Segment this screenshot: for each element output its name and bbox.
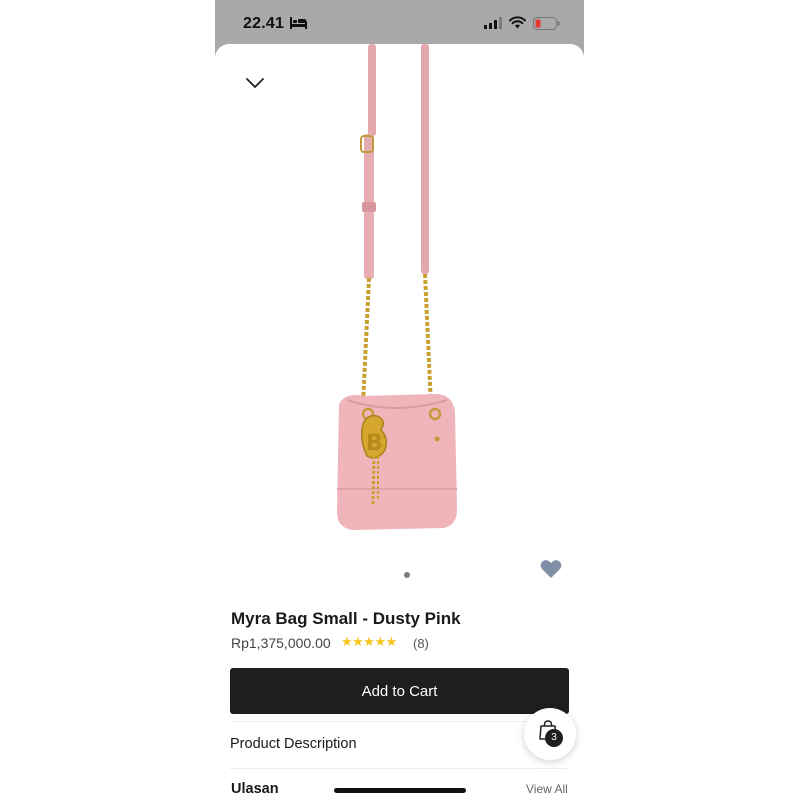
battery-low-icon xyxy=(533,17,560,30)
view-all-reviews-link[interactable]: View All xyxy=(526,782,568,796)
home-indicator[interactable] xyxy=(334,788,466,793)
divider xyxy=(230,768,569,769)
svg-text:B: B xyxy=(366,431,383,456)
product-title: Myra Bag Small - Dusty Pink xyxy=(231,609,461,628)
status-bar: 22.41 xyxy=(215,0,584,46)
wifi-icon xyxy=(509,16,526,29)
status-time: 22.41 xyxy=(243,15,285,32)
product-sheet: B Myra Bag Small - Dusty Pink Rp1,375,00… xyxy=(215,44,584,800)
product-image[interactable]: B xyxy=(325,44,475,539)
rating-count[interactable]: (8) xyxy=(413,636,429,651)
phone-screen: 22.41 B Myra Bag Small - Dusty Pink Rp1,… xyxy=(215,0,584,800)
product-description-row[interactable]: Product Description xyxy=(230,736,357,752)
bed-icon xyxy=(290,17,307,29)
chevron-down-icon[interactable] xyxy=(244,75,266,91)
cellular-signal-icon xyxy=(484,17,502,29)
product-price: Rp1,375,000.00 xyxy=(231,635,331,651)
carousel-dot[interactable] xyxy=(404,572,410,578)
floating-cart-button[interactable]: 3 xyxy=(524,708,576,760)
add-to-cart-button[interactable]: Add to Cart xyxy=(230,668,569,714)
rating-stars[interactable]: ★★★★★ xyxy=(341,634,397,650)
reviews-heading: Ulasan xyxy=(231,781,279,797)
divider xyxy=(230,721,569,722)
heart-icon[interactable] xyxy=(540,559,562,579)
cart-count-badge: 3 xyxy=(545,729,563,747)
